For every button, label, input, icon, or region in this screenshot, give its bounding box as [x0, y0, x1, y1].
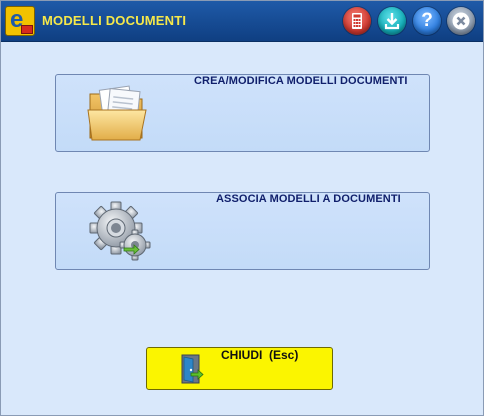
- download-button[interactable]: [378, 7, 406, 35]
- close-button[interactable]: CHIUDI (Esc): [146, 347, 333, 390]
- folder-icon: [87, 85, 147, 141]
- help-icon: ?: [421, 10, 433, 31]
- app-logo-icon: e: [5, 6, 35, 36]
- edit-templates-button[interactable]: CREA/MODIFICA MODELLI DOCUMENTI: [55, 74, 430, 152]
- associate-templates-label: ASSOCIA MODELLI A DOCUMENTI: [216, 193, 401, 205]
- close-window-button[interactable]: [447, 7, 475, 35]
- title-bar[interactable]: e MODELLI DOCUMENTI ?: [1, 1, 483, 42]
- associate-templates-button[interactable]: ASSOCIA MODELLI A DOCUMENTI: [55, 192, 430, 270]
- app-logo-tag: [21, 25, 33, 34]
- calculator-icon: [352, 13, 362, 29]
- calculator-button[interactable]: [343, 7, 371, 35]
- download-icon: [384, 13, 400, 30]
- close-icon: [452, 12, 470, 30]
- modelli-documenti-window: e MODELLI DOCUMENTI ? CREA/MODIFICA MODE…: [0, 0, 484, 416]
- help-button[interactable]: ?: [413, 7, 441, 35]
- window-title: MODELLI DOCUMENTI: [42, 13, 187, 28]
- gears-icon: [89, 201, 151, 261]
- close-label: CHIUDI (Esc): [221, 348, 299, 362]
- edit-templates-label: CREA/MODIFICA MODELLI DOCUMENTI: [194, 75, 408, 87]
- exit-door-icon: [181, 354, 204, 384]
